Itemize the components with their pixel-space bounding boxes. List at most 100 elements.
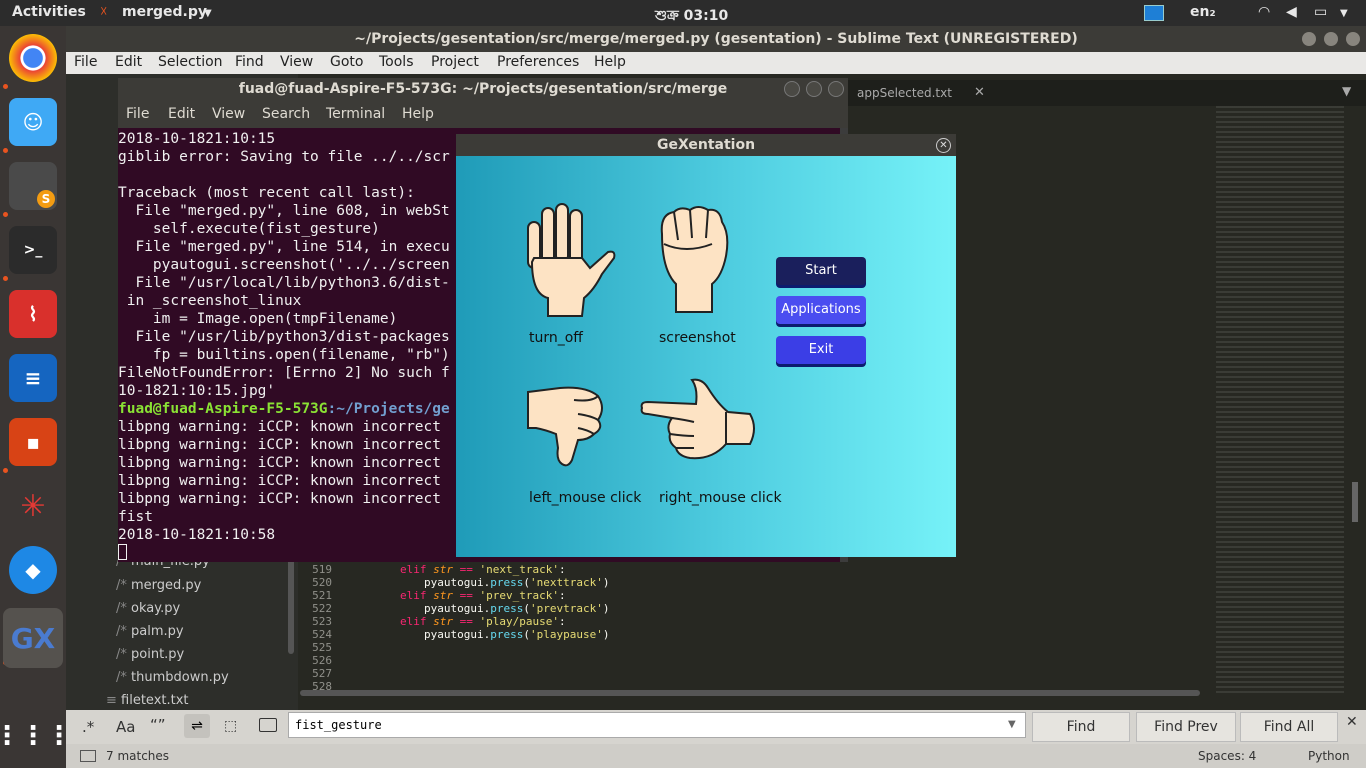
- find-button[interactable]: Find: [1032, 712, 1130, 742]
- list-item[interactable]: /* palm.py: [116, 624, 184, 639]
- menu-find[interactable]: Find: [235, 54, 264, 70]
- terminal-menu-search[interactable]: Search: [262, 106, 310, 122]
- terminal-line: libpng warning: iCCP: known incorrect: [118, 473, 442, 489]
- close-icon[interactable]: [1346, 32, 1360, 46]
- minimap[interactable]: [1214, 106, 1358, 696]
- battery-icon[interactable]: ▭: [1314, 4, 1327, 20]
- find-input[interactable]: [288, 712, 1026, 738]
- find-close-icon[interactable]: ✕: [1346, 714, 1358, 730]
- case-toggle[interactable]: Aa: [116, 718, 135, 736]
- applications-button[interactable]: Applications: [776, 296, 866, 324]
- menu-view[interactable]: View: [280, 54, 313, 70]
- code-keyword: elif: [400, 589, 427, 602]
- indentation-setting[interactable]: Spaces: 4: [1198, 749, 1256, 763]
- menu-help[interactable]: Help: [594, 54, 626, 70]
- wifi-icon[interactable]: ◠: [1258, 4, 1270, 20]
- horizontal-scrollbar[interactable]: [300, 690, 1200, 696]
- activities-button[interactable]: Activities: [12, 4, 86, 20]
- gexentation-close-icon[interactable]: ✕: [936, 138, 951, 153]
- terminal-menu-help[interactable]: Help: [402, 106, 434, 122]
- find-history-chevron-icon[interactable]: ▼: [1008, 719, 1016, 730]
- tab-overflow-chevron-icon[interactable]: ▼: [1342, 84, 1351, 98]
- status-bar: 7 matches Spaces: 4 Python: [66, 744, 1366, 768]
- sidebar-file-label: thumbdown.py: [131, 670, 229, 685]
- input-language[interactable]: en₂: [1190, 4, 1216, 20]
- list-item[interactable]: /* thumbdown.py: [116, 670, 229, 685]
- sidebar-file-label: point.py: [131, 647, 185, 662]
- terminal-menu-terminal[interactable]: Terminal: [326, 106, 385, 122]
- menu-edit[interactable]: Edit: [115, 54, 142, 70]
- code-punct: :: [558, 563, 566, 576]
- find-prev-button[interactable]: Find Prev: [1136, 712, 1236, 742]
- terminal-line: libpng warning: iCCP: known incorrect: [118, 491, 442, 507]
- running-indicator: [3, 276, 8, 281]
- chrome-icon[interactable]: [9, 34, 57, 82]
- find-panel: .* Aa “” ⇌ ⬚ ▼ Find Find Prev Find All ✕: [66, 710, 1366, 744]
- gexentation-icon[interactable]: GX: [3, 608, 63, 668]
- spider-icon[interactable]: ✳: [9, 482, 57, 530]
- terminal-menu-file[interactable]: File: [126, 106, 149, 122]
- menu-goto[interactable]: Goto: [330, 54, 363, 70]
- syntax-setting[interactable]: Python: [1308, 749, 1350, 763]
- app-menu-label[interactable]: merged.py: [122, 4, 207, 20]
- code-function: press: [490, 576, 524, 589]
- terminal-menu-edit[interactable]: Edit: [168, 106, 195, 122]
- sublime-menu-bar: File Edit Selection Find View Goto Tools…: [66, 52, 1366, 74]
- list-item[interactable]: /* point.py: [116, 647, 184, 662]
- wrap-toggle-icon[interactable]: ⇌: [184, 714, 210, 738]
- tab-appselected[interactable]: appSelected.txt: [857, 86, 952, 100]
- terminal-icon[interactable]: >_: [9, 226, 57, 274]
- find-all-button[interactable]: Find All: [1240, 712, 1338, 742]
- highlight-matches-toggle-icon[interactable]: [259, 718, 277, 732]
- minimize-icon[interactable]: [1302, 32, 1316, 46]
- terminal-line: libpng warning: iCCP: known incorrect: [118, 419, 442, 435]
- panel-toggle-icon[interactable]: [80, 750, 96, 762]
- app-menu-chevron-icon[interactable]: ▼: [204, 8, 212, 19]
- menu-tools[interactable]: Tools: [379, 54, 414, 70]
- writer-icon[interactable]: ≡: [9, 354, 57, 402]
- terminal-menu-view[interactable]: View: [212, 106, 245, 122]
- terminal-line: File "/usr/local/lib/python3.6/dist-: [118, 275, 450, 291]
- editor-vertical-scrollbar[interactable]: [1352, 482, 1358, 522]
- menu-project[interactable]: Project: [431, 54, 479, 70]
- whole-word-toggle[interactable]: “”: [150, 716, 166, 734]
- display-icon[interactable]: [1144, 5, 1164, 21]
- code-line: pyautogui.press('nexttrack'): [424, 576, 610, 589]
- exit-button[interactable]: Exit: [776, 336, 866, 364]
- sidebar-file-label: palm.py: [131, 624, 184, 639]
- app-menu-icon: ☓: [100, 4, 108, 20]
- terminal-close-icon[interactable]: [828, 81, 844, 97]
- top-bar: Activities ☓ merged.py ▼ শুক্র 03:10 en₂…: [0, 0, 1366, 26]
- sublime-icon[interactable]: S: [9, 162, 57, 210]
- list-item[interactable]: /* okay.py: [116, 601, 180, 616]
- menu-selection[interactable]: Selection: [158, 54, 223, 70]
- finder-icon[interactable]: ☺: [9, 98, 57, 146]
- terminal-prompt: fuad@fuad-Aspire-F5-573G:~/Projects/ge: [118, 400, 450, 418]
- volume-icon[interactable]: ◀: [1286, 4, 1297, 20]
- acrobat-icon[interactable]: ⌇: [9, 290, 57, 338]
- list-item[interactable]: ≡ filetext.txt: [106, 693, 189, 708]
- in-selection-toggle-icon[interactable]: ⬚: [224, 718, 237, 734]
- menu-file[interactable]: File: [74, 54, 97, 70]
- clock[interactable]: শুক্র 03:10: [655, 4, 728, 28]
- start-button[interactable]: Start: [776, 257, 866, 285]
- maximize-icon[interactable]: [1324, 32, 1338, 46]
- menu-preferences[interactable]: Preferences: [497, 54, 579, 70]
- system-menu-chevron-icon[interactable]: ▼: [1340, 8, 1348, 19]
- app-grid-icon[interactable]: ⋮⋮⋮: [0, 712, 72, 760]
- impress-icon[interactable]: ▪: [9, 418, 57, 466]
- shark-icon[interactable]: ◆: [9, 546, 57, 594]
- running-indicator: [3, 468, 8, 473]
- terminal-minimize-icon[interactable]: [784, 81, 800, 97]
- code-line: elif str == 'play/pause':: [400, 615, 566, 628]
- terminal-maximize-icon[interactable]: [806, 81, 822, 97]
- regex-toggle[interactable]: .*: [82, 718, 94, 736]
- code-operator: ==: [453, 563, 480, 576]
- code-punct: :: [558, 589, 566, 602]
- code-line: elif str == 'next_track':: [400, 563, 566, 576]
- list-item[interactable]: /* merged.py: [116, 578, 201, 593]
- terminal-line: in _screenshot_linux: [118, 293, 302, 309]
- terminal-line: im = Image.open(tmpFilename): [118, 311, 398, 327]
- terminal-line: File "/usr/lib/python3/dist-packages: [118, 329, 450, 345]
- tab-close-icon[interactable]: ✕: [974, 85, 985, 100]
